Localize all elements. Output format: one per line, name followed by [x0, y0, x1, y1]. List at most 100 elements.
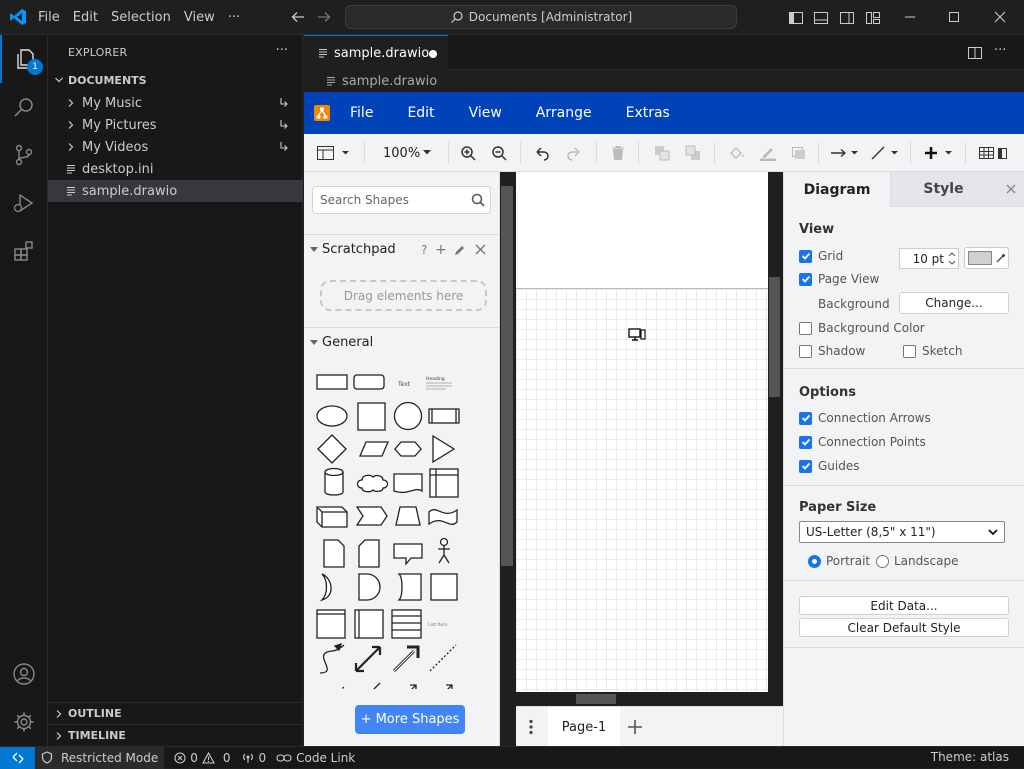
shape-container[interactable] — [316, 609, 346, 639]
search-shapes-input[interactable]: Search Shapes — [312, 186, 491, 214]
page-grid[interactable] — [516, 288, 768, 692]
close-icon[interactable] — [475, 244, 486, 255]
spinner-icon[interactable] — [947, 250, 957, 267]
delete-icon[interactable] — [610, 145, 626, 161]
redo-icon[interactable] — [566, 145, 582, 161]
change-background-button[interactable]: Change... — [899, 292, 1009, 314]
shape-square[interactable] — [357, 402, 386, 431]
fill-color-icon[interactable] — [728, 145, 746, 161]
section-timeline[interactable]: TIMELINE — [48, 724, 303, 746]
pencil-icon[interactable] — [454, 244, 466, 256]
shape-callout[interactable] — [393, 543, 423, 566]
search-activity[interactable] — [0, 83, 48, 131]
scratchpad-help-button[interactable]: ? — [421, 243, 427, 257]
shape-hexagon[interactable] — [394, 441, 422, 457]
shape-bidirectional-arrow[interactable] — [354, 645, 382, 673]
drawio-menu-arrange[interactable]: Arrange — [536, 105, 592, 121]
canvas-horizontal-scrollbar[interactable] — [516, 692, 768, 706]
zoom-out-icon[interactable] — [491, 145, 507, 161]
close-window-icon[interactable] — [993, 10, 1007, 24]
shape-delay[interactable] — [358, 573, 381, 601]
page-tab-page-1[interactable]: Page-1 — [548, 707, 620, 747]
line-color-icon[interactable] — [759, 145, 777, 161]
landscape-radio[interactable]: Landscape — [876, 554, 958, 568]
menu-selection[interactable]: Selection — [107, 10, 175, 25]
shape-circle[interactable] — [393, 401, 423, 431]
monitor-icon[interactable] — [628, 328, 646, 342]
shape-note[interactable] — [323, 539, 345, 568]
guides-checkbox[interactable]: Guides — [799, 459, 860, 473]
shape-actor[interactable] — [438, 537, 450, 564]
clear-default-style-button[interactable]: Clear Default Style — [799, 618, 1009, 637]
shape-process[interactable] — [428, 408, 460, 424]
shape-directional-connector[interactable] — [402, 684, 417, 689]
connection-points-checkbox[interactable]: Connection Points — [799, 435, 926, 449]
panels-toggle-icon[interactable] — [316, 145, 352, 161]
scratchpad-header[interactable]: Scratchpad ? + — [304, 234, 500, 264]
run-debug-activity[interactable] — [0, 179, 48, 227]
source-control-activity[interactable] — [0, 131, 48, 179]
grid-color-button[interactable] — [964, 247, 1009, 269]
tree-item-sample-drawio[interactable]: sample.drawio — [48, 180, 303, 202]
minimize-icon[interactable] — [903, 10, 917, 24]
remote-indicator[interactable] — [0, 746, 35, 769]
shape-step[interactable] — [355, 506, 388, 526]
scratchpad-add-button[interactable]: + — [435, 242, 447, 258]
shape-or[interactable] — [319, 573, 332, 602]
toggle-primary-sidebar-icon[interactable] — [788, 10, 804, 26]
shadow-icon[interactable] — [791, 145, 807, 161]
tree-item-my-music[interactable]: My Music — [48, 92, 303, 114]
menu-more[interactable]: ··· — [224, 10, 244, 25]
section-documents[interactable]: DOCUMENTS — [48, 69, 303, 91]
ports-status[interactable]: 0 — [241, 751, 266, 765]
toggle-secondary-sidebar-icon[interactable] — [839, 10, 855, 26]
shape-frame[interactable] — [430, 573, 458, 601]
extensions-activity[interactable] — [0, 227, 48, 275]
shape-cube[interactable] — [316, 506, 348, 528]
zoom-level[interactable]: 100% — [383, 146, 420, 161]
tab-style[interactable]: Style — [890, 172, 996, 207]
zoom-dropdown-icon[interactable] — [422, 150, 432, 156]
portrait-radio[interactable]: Portrait — [808, 554, 870, 568]
shape-diamond[interactable] — [317, 434, 347, 464]
accounts-activity[interactable] — [0, 650, 48, 698]
explorer-activity[interactable]: 1 — [0, 35, 48, 83]
table-icon[interactable] — [978, 145, 1008, 161]
editor-tab-sample-drawio[interactable]: sample.drawio — [304, 35, 448, 70]
shape-card[interactable] — [358, 539, 380, 568]
shape-line[interactable] — [364, 682, 381, 689]
shape-ellipse[interactable] — [316, 405, 348, 427]
menu-view[interactable]: View — [180, 10, 219, 25]
edit-data-button[interactable]: Edit Data... — [799, 596, 1009, 615]
insert-plus-icon[interactable] — [923, 145, 957, 161]
grid-size-input[interactable]: 10 pt — [899, 248, 959, 269]
drawio-menu-edit[interactable]: Edit — [407, 105, 434, 121]
shape-list[interactable] — [391, 609, 422, 639]
drawio-menu-extras[interactable]: Extras — [626, 105, 670, 121]
command-center[interactable]: Documents [Administrator] — [345, 5, 737, 29]
pages-menu-icon[interactable] — [528, 719, 534, 735]
tree-item-my-pictures[interactable]: My Pictures — [48, 114, 303, 136]
paper-size-select[interactable]: US-Letter (8,5" x 11") — [799, 521, 1005, 543]
tree-item-desktop-ini[interactable]: desktop.ini — [48, 158, 303, 180]
back-arrow-icon[interactable] — [290, 9, 306, 25]
shape-trapezoid[interactable] — [395, 506, 421, 526]
to-back-icon[interactable] — [685, 145, 701, 161]
shape-arrow[interactable] — [392, 645, 420, 673]
editor-more-button[interactable]: ··· — [994, 43, 1006, 58]
undo-icon[interactable] — [534, 145, 550, 161]
breadcrumb-file[interactable]: sample.drawio — [342, 74, 437, 89]
menu-file[interactable]: File — [34, 10, 64, 25]
scrollbar-thumb[interactable] — [769, 277, 780, 397]
zoom-in-icon[interactable] — [460, 145, 476, 161]
canvas-vertical-scrollbar[interactable] — [768, 172, 783, 706]
shapes-scrollbar[interactable] — [500, 172, 516, 746]
maximize-icon[interactable] — [947, 10, 961, 24]
shape-dashed-line[interactable] — [429, 644, 457, 672]
tab-diagram[interactable]: Diagram — [784, 172, 890, 207]
waypoints-icon[interactable] — [870, 145, 900, 161]
shadow-checkbox[interactable]: Shadow — [799, 344, 865, 358]
section-outline[interactable]: OUTLINE — [48, 702, 303, 724]
theme-status[interactable]: Theme: atlas — [931, 750, 1009, 764]
forward-arrow-icon[interactable] — [316, 9, 332, 25]
